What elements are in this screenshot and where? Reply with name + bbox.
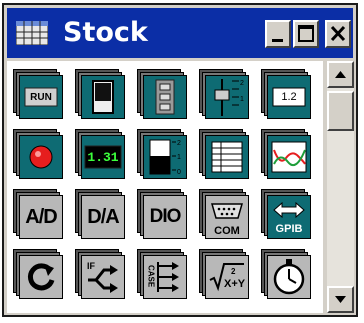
led-indicator[interactable] <box>13 129 65 181</box>
close-icon <box>330 25 346 42</box>
svg-text:1: 1 <box>240 96 244 103</box>
digital-value: 1.31 <box>87 149 119 165</box>
title-bar[interactable]: Stock <box>7 8 353 58</box>
ad-converter[interactable]: A/D <box>13 189 65 241</box>
case-block[interactable]: CASE <box>137 249 189 301</box>
meter-bar[interactable]: 2 1 0 <box>137 129 189 181</box>
formula-icon: 2 X+Y <box>209 263 246 292</box>
meter-bar-icon: 2 1 0 <box>149 139 181 176</box>
run-button-control[interactable]: RUN <box>13 69 65 121</box>
svg-text:2: 2 <box>177 140 181 147</box>
numeric-input-control[interactable]: 1.2 <box>261 69 313 121</box>
run-label: RUN <box>30 91 52 103</box>
table-grid-icon <box>211 141 243 173</box>
grid-icon <box>16 21 48 45</box>
formula-block[interactable]: 2 X+Y <box>199 249 251 301</box>
waveform-graph[interactable] <box>261 129 313 181</box>
if-branch[interactable]: IF <box>75 249 127 301</box>
window-title: Stock <box>63 17 148 48</box>
gpib-bus[interactable]: GPIB <box>261 189 313 241</box>
svg-text:2: 2 <box>231 267 236 276</box>
da-converter[interactable]: D/A <box>75 189 127 241</box>
component-palette: RUN 2 1 1.2 1.31 2 1 0 A/D D/A DIO COM G… <box>7 61 323 313</box>
com-port[interactable]: COM <box>199 189 251 241</box>
da-label: D/A <box>87 205 119 228</box>
digital-display[interactable]: 1.31 <box>75 129 127 181</box>
led-stack-control[interactable] <box>137 69 189 121</box>
close-button[interactable] <box>325 20 351 48</box>
stock-window: Stock RUN 2 1 1.2 1.31 2 1 0 A/D D/A DIO… <box>2 3 358 317</box>
maximize-icon <box>298 25 314 42</box>
minimize-button[interactable] <box>265 20 291 48</box>
gpib-label: GPIB <box>275 223 303 235</box>
scrollbar-thumb[interactable] <box>327 91 354 131</box>
svg-text:X+Y: X+Y <box>224 278 246 290</box>
com-label: COM <box>214 225 240 237</box>
digital-io[interactable]: DIO <box>137 189 189 241</box>
scroll-down-button[interactable] <box>327 286 354 313</box>
scroll-up-button[interactable] <box>327 61 354 88</box>
ad-label: A/D <box>25 205 57 228</box>
svg-text:2: 2 <box>240 80 244 87</box>
minimize-icon <box>272 39 283 42</box>
vertical-scrollbar[interactable] <box>327 61 354 313</box>
loop-block[interactable] <box>13 249 65 301</box>
table-grid[interactable] <box>199 129 251 181</box>
toggle-switch-icon <box>92 80 114 114</box>
led-stack-icon <box>155 79 175 115</box>
arrow-down-icon <box>335 296 346 303</box>
case-label: CASE <box>146 264 156 288</box>
svg-text:0: 0 <box>177 169 181 176</box>
maximize-button[interactable] <box>293 20 319 48</box>
stopwatch-icon <box>273 259 305 295</box>
waveform-graph-icon <box>271 141 307 173</box>
toggle-switch-control[interactable] <box>75 69 127 121</box>
slider-control[interactable]: 2 1 <box>199 69 251 121</box>
dio-label: DIO <box>149 206 182 227</box>
slider-icon: 2 1 <box>214 79 244 116</box>
numeric-value: 1.2 <box>281 91 297 103</box>
timer-block[interactable] <box>261 249 313 301</box>
if-label: IF <box>87 261 95 271</box>
loop-arrow-icon <box>27 263 55 291</box>
arrow-up-icon <box>335 71 346 78</box>
led-indicator-icon <box>29 145 53 169</box>
svg-text:1: 1 <box>177 154 181 161</box>
